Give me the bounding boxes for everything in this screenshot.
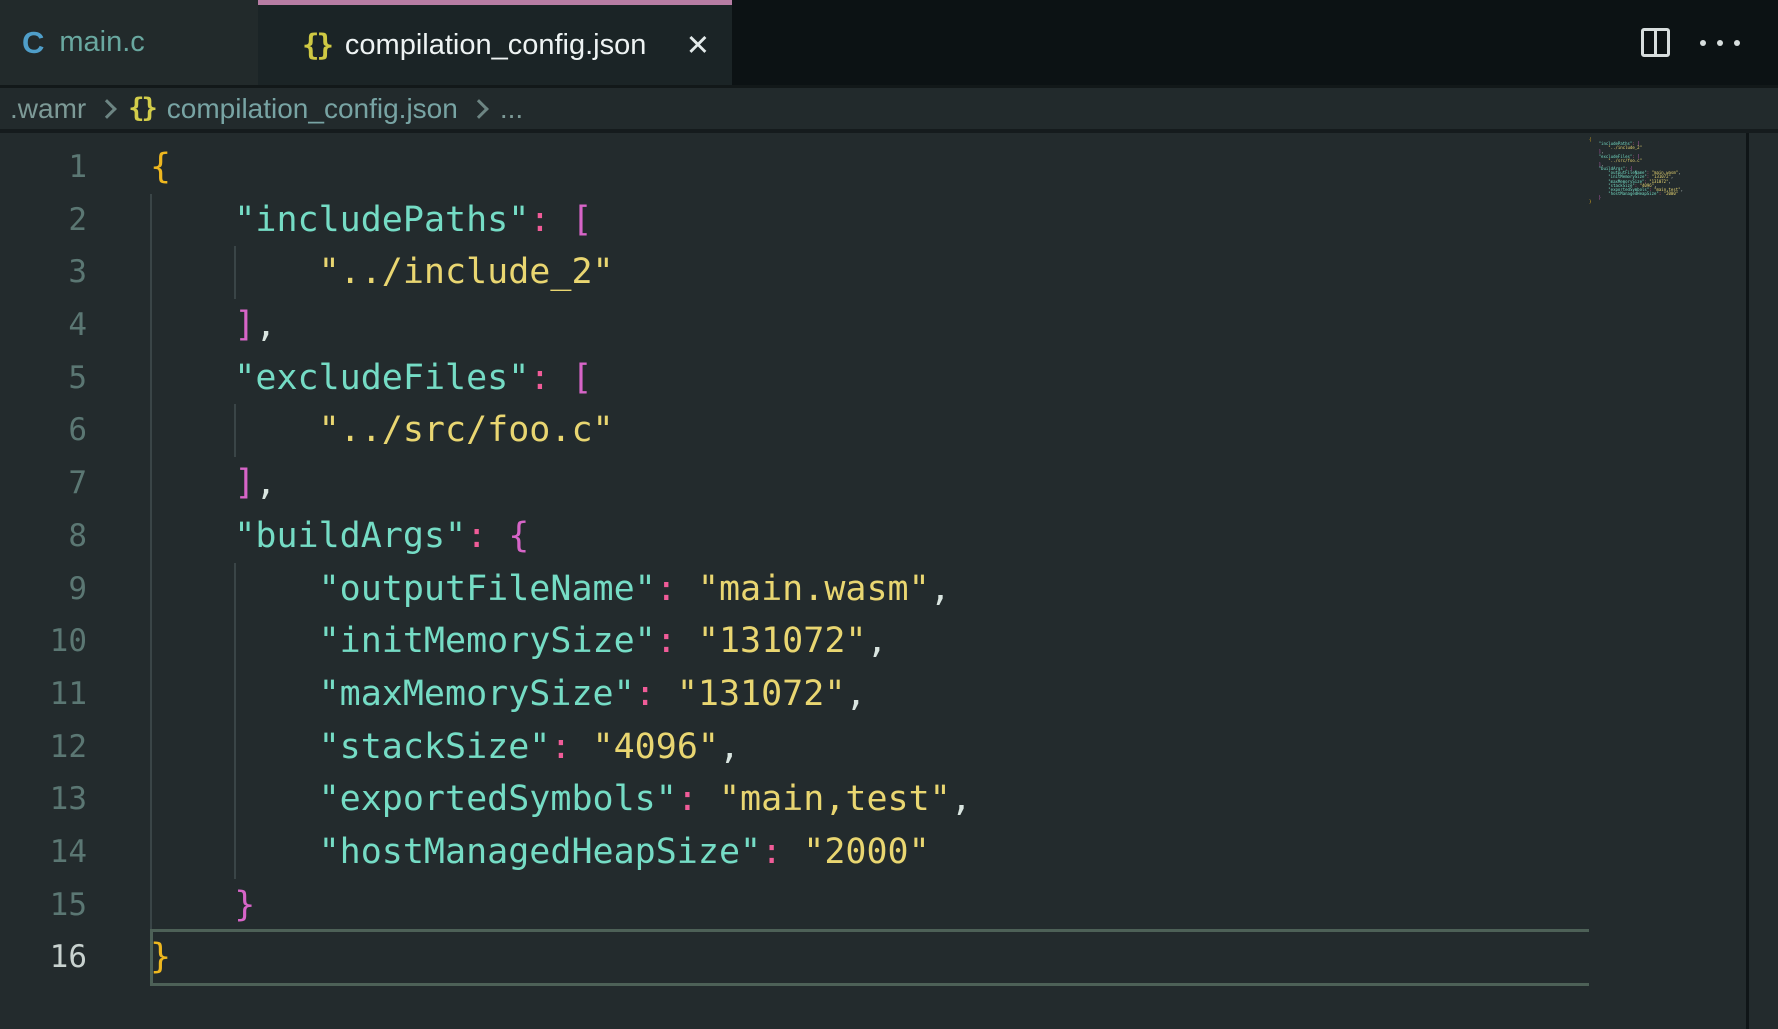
breadcrumb-item-file[interactable]: compilation_config.json [167, 93, 458, 125]
code-line[interactable]: 7 ], [0, 457, 1778, 510]
indent-guide [150, 404, 152, 457]
indent-guide [150, 773, 152, 826]
code-line-content[interactable]: ], [150, 299, 276, 352]
indent-guide [150, 826, 152, 879]
indent-guide [150, 721, 152, 774]
c-file-icon: C [22, 25, 44, 61]
breadcrumb-item-wamr[interactable]: .wamr [10, 93, 86, 125]
tab-label-main-c: main.c [59, 26, 144, 59]
code-line[interactable]: 10 "initMemorySize": "131072", [0, 615, 1778, 668]
indent-guide [150, 194, 152, 247]
line-number[interactable]: 8 [0, 510, 87, 563]
indent-guide [234, 668, 236, 721]
code-line[interactable]: 3 "../include_2" [0, 246, 1778, 299]
code-line-content[interactable]: "includePaths": [ [150, 194, 593, 247]
code-line-content[interactable]: "excludeFiles": [ [150, 352, 593, 405]
line-number[interactable]: 7 [0, 457, 87, 510]
line-number[interactable]: 13 [0, 773, 87, 826]
json-braces-icon: {} [302, 28, 331, 62]
indent-guide [150, 510, 152, 563]
code-line-content[interactable]: { [150, 141, 171, 194]
code-line[interactable]: 14 "hostManagedHeapSize": "2000" [0, 826, 1778, 879]
indent-guide [234, 404, 236, 457]
editor-actions [1641, 0, 1778, 85]
code-line[interactable]: 13 "exportedSymbols": "main,test", [0, 773, 1778, 826]
line-number[interactable]: 16 [0, 931, 87, 984]
json-braces-icon: {} [128, 93, 155, 124]
indent-guide [150, 563, 152, 616]
code-line[interactable]: 6 "../src/foo.c" [0, 404, 1778, 457]
code-line[interactable]: 8 "buildArgs": { [0, 510, 1778, 563]
line-number[interactable]: 4 [0, 299, 87, 352]
code-line-content[interactable]: ], [150, 457, 276, 510]
code-line-content[interactable]: "../include_2" [150, 246, 614, 299]
code-line-content[interactable]: "hostManagedHeapSize": "2000" [150, 826, 930, 879]
close-tab-icon[interactable]: ✕ [686, 28, 710, 63]
indent-guide [234, 563, 236, 616]
code-area: 1{2 "includePaths": [3 "../include_2"4 ]… [0, 133, 1778, 984]
indent-guide [150, 352, 152, 405]
indent-guide [234, 721, 236, 774]
minimap-content: { "includePaths": [ "../include_2" ], "e… [1589, 138, 1739, 205]
code-line-content[interactable]: "stackSize": "4096", [150, 721, 740, 774]
more-actions-icon[interactable] [1700, 40, 1740, 46]
code-line-content[interactable]: } [150, 879, 255, 932]
code-line[interactable]: 4 ], [0, 299, 1778, 352]
tab-label-compilation-config-json: compilation_config.json [345, 29, 646, 62]
code-line[interactable]: 1{ [0, 141, 1778, 194]
split-editor-icon[interactable] [1641, 28, 1670, 57]
indent-guide [150, 615, 152, 668]
code-line[interactable]: 15 } [0, 879, 1778, 932]
code-line-content[interactable]: } [150, 931, 171, 984]
code-line[interactable]: 9 "outputFileName": "main.wasm", [0, 563, 1778, 616]
line-number[interactable]: 1 [0, 141, 87, 194]
indent-guide [234, 826, 236, 879]
tab-compilation-config-json[interactable]: {} compilation_config.json ✕ [258, 0, 732, 85]
editor-pane: 1{2 "includePaths": [3 "../include_2"4 ]… [0, 133, 1778, 1029]
chevron-right-icon [97, 99, 117, 119]
indent-guide [234, 773, 236, 826]
code-line[interactable]: 5 "excludeFiles": [ [0, 352, 1778, 405]
line-number[interactable]: 11 [0, 668, 87, 721]
code-line-content[interactable]: "../src/foo.c" [150, 404, 614, 457]
code-line[interactable]: 2 "includePaths": [ [0, 194, 1778, 247]
line-number[interactable]: 9 [0, 563, 87, 616]
chevron-right-icon [469, 99, 489, 119]
vscode-window: { "tab_bar": { "tabs": [ { "label": "mai… [0, 0, 1778, 1029]
minimap[interactable]: { "includePaths": [ "../include_2" ], "e… [1589, 138, 1739, 205]
tab-bar: C main.c {} compilation_config.json ✕ [0, 0, 1778, 88]
line-number[interactable]: 15 [0, 879, 87, 932]
code-line-content[interactable]: "buildArgs": { [150, 510, 529, 563]
code-line[interactable]: 16} [0, 931, 1778, 984]
breadcrumb-item-symbol[interactable]: ... [500, 93, 523, 125]
code-line[interactable]: 11 "maxMemorySize": "131072", [0, 668, 1778, 721]
line-number[interactable]: 2 [0, 194, 87, 247]
tab-main-c[interactable]: C main.c [0, 0, 258, 85]
minimap-divider [1746, 133, 1749, 1029]
line-number[interactable]: 12 [0, 721, 87, 774]
line-number[interactable]: 6 [0, 404, 87, 457]
indent-guide [150, 668, 152, 721]
line-number[interactable]: 14 [0, 826, 87, 879]
indent-guide [150, 457, 152, 510]
code-line-content[interactable]: "exportedSymbols": "main,test", [150, 773, 972, 826]
indent-guide [150, 246, 152, 299]
code-line-content[interactable]: "maxMemorySize": "131072", [150, 668, 866, 721]
indent-guide [234, 246, 236, 299]
code-line-content[interactable]: "outputFileName": "main.wasm", [150, 563, 951, 616]
code-line-content[interactable]: "initMemorySize": "131072", [150, 615, 888, 668]
indent-guide [150, 879, 152, 932]
breadcrumb: .wamr {} compilation_config.json ... [0, 88, 1778, 133]
line-number[interactable]: 3 [0, 246, 87, 299]
indent-guide [150, 299, 152, 352]
indent-guide [234, 615, 236, 668]
line-number[interactable]: 5 [0, 352, 87, 405]
line-number[interactable]: 10 [0, 615, 87, 668]
code-line[interactable]: 12 "stackSize": "4096", [0, 721, 1778, 774]
